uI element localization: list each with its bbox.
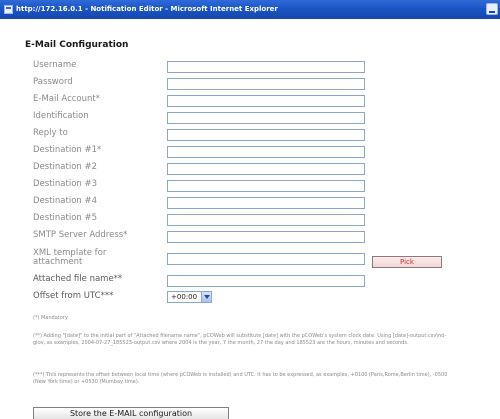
browser-icon <box>4 5 13 14</box>
minimize-icon[interactable] <box>486 3 498 15</box>
utc-offset-label: Offset from UTC*** <box>33 291 114 301</box>
destination-2-input[interactable] <box>167 163 365 175</box>
filename-note: (**) Adding "[date]" to the initial part… <box>33 333 447 346</box>
identification-input[interactable] <box>167 112 365 124</box>
attached-filename-input[interactable] <box>167 275 365 287</box>
destination-2-label: Destination #2 <box>33 162 98 172</box>
password-input[interactable] <box>167 78 365 90</box>
utc-offset-select[interactable]: +00:00 <box>167 291 212 303</box>
email-account-label: E-Mail Account* <box>33 94 100 104</box>
xml-template-input[interactable] <box>167 253 365 265</box>
reply-to-label: Reply to <box>33 128 68 138</box>
offset-note: (***) This represents the offset between… <box>33 372 448 385</box>
destination-1-input[interactable] <box>167 146 365 158</box>
window-title: http://172.16.0.1 - Notification Editor … <box>16 5 278 13</box>
reply-to-input[interactable] <box>167 129 365 141</box>
destination-5-input[interactable] <box>167 214 365 226</box>
smtp-server-label: SMTP Server Address* <box>33 230 128 240</box>
pick-button[interactable]: Pick <box>372 256 442 268</box>
email-account-input[interactable] <box>167 95 365 107</box>
destination-3-input[interactable] <box>167 180 365 192</box>
attached-filename-label: Attached file name** <box>33 274 123 284</box>
page-content: E-Mail Configuration Username Password E… <box>0 19 500 419</box>
window-titlebar: http://172.16.0.1 - Notification Editor … <box>0 0 500 19</box>
password-label: Password <box>33 77 73 87</box>
smtp-server-input[interactable] <box>167 231 365 243</box>
store-email-config-button[interactable]: Store the E-MAIL configuration <box>33 407 229 419</box>
destination-4-input[interactable] <box>167 197 365 209</box>
page-title: E-Mail Configuration <box>25 40 129 50</box>
destination-1-label: Destination #1* <box>33 145 102 155</box>
destination-3-label: Destination #3 <box>33 179 98 189</box>
xml-template-label-line2: attachment <box>33 257 83 267</box>
utc-offset-value: +00:00 <box>171 293 198 301</box>
username-input[interactable] <box>167 61 365 73</box>
destination-5-label: Destination #5 <box>33 213 98 223</box>
destination-4-label: Destination #4 <box>33 196 98 206</box>
identification-label: Identification <box>33 111 89 121</box>
mandatory-note: (*) Mandatory <box>33 315 68 321</box>
username-label: Username <box>33 60 77 70</box>
chevron-down-icon[interactable] <box>201 292 211 302</box>
